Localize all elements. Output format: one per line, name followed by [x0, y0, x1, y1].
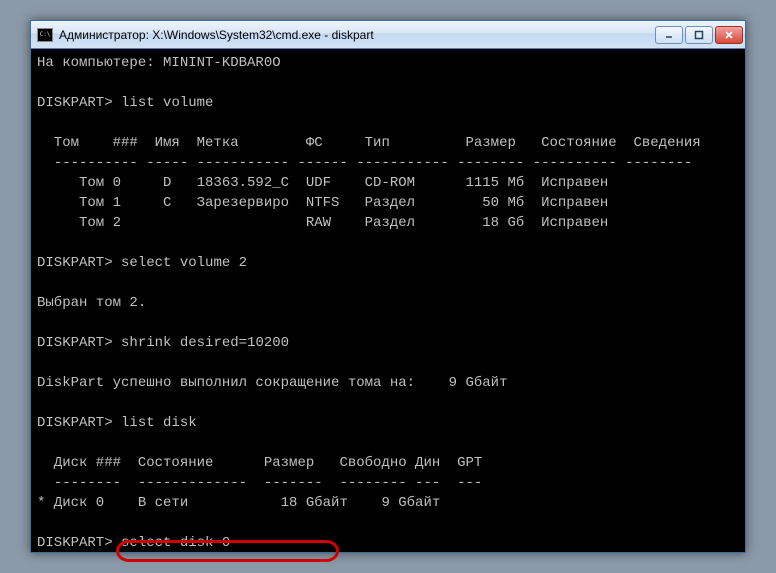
command: list volume [121, 95, 213, 111]
minimize-button[interactable] [655, 26, 683, 44]
table-row: Том 2 RAW Раздел 18 Gб Исправен [37, 215, 608, 231]
window-title: Администратор: X:\Windows\System32\cmd.e… [59, 28, 655, 42]
command: list disk [121, 415, 197, 431]
prompt: DISKPART> [37, 95, 113, 111]
prompt: DISKPART> [37, 255, 113, 271]
table-row: Том 1 C Зарезервиро NTFS Раздел 50 Мб Ис… [37, 195, 608, 211]
output-line: На компьютере: MININT-KDBAR0O [37, 55, 281, 71]
output-line: Выбран том 2. [37, 295, 146, 311]
prompt: DISKPART> [37, 535, 113, 551]
close-button[interactable] [715, 26, 743, 44]
titlebar[interactable]: Администратор: X:\Windows\System32\cmd.e… [31, 21, 745, 49]
terminal-output[interactable]: На компьютере: MININT-KDBAR0O DISKPART> … [31, 49, 745, 552]
table-header: Диск ### Состояние Размер Свободно Дин G… [37, 455, 482, 471]
prompt: DISKPART> [37, 415, 113, 431]
command: shrink desired=10200 [121, 335, 289, 351]
table-header: Том ### Имя Метка ФС Тип Размер Состояни… [37, 135, 701, 151]
cmd-icon [37, 28, 53, 42]
table-row: * Диск 0 В сети 18 Gбайт 9 Gбайт [37, 495, 440, 511]
table-divider: ---------- ----- ----------- ------ ----… [37, 155, 692, 171]
command: select volume 2 [121, 255, 247, 271]
cmd-window: Администратор: X:\Windows\System32\cmd.e… [30, 20, 746, 553]
maximize-button[interactable] [685, 26, 713, 44]
command: select disk 0 [121, 535, 230, 551]
window-controls [655, 26, 743, 44]
table-divider: -------- ------------- ------- -------- … [37, 475, 482, 491]
output-line: DiskPart успешно выполнил сокращение том… [37, 375, 507, 391]
table-row: Том 0 D 18363.592_C UDF CD-ROM 1115 Мб И… [37, 175, 608, 191]
prompt: DISKPART> [37, 335, 113, 351]
